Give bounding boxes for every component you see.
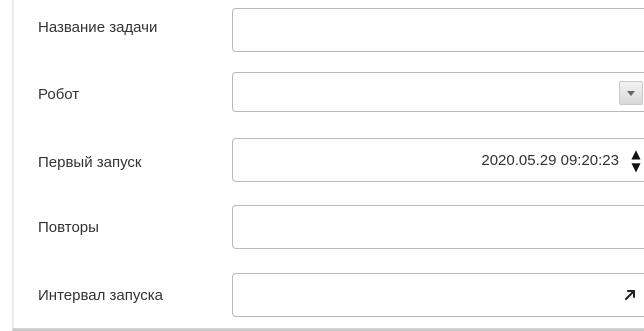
first-run-label: Первый запуск	[38, 154, 142, 171]
robot-select-toggle[interactable]	[619, 81, 643, 105]
arrow-up-right-icon[interactable]	[623, 288, 637, 302]
chevron-down-icon	[627, 91, 635, 96]
robot-select[interactable]	[232, 72, 644, 112]
repeats-input[interactable]	[232, 205, 644, 249]
repeats-label: Повторы	[38, 219, 99, 236]
run-interval-input[interactable]	[232, 273, 644, 317]
task-settings-form: Название задачи Робот Первый запуск 2020…	[0, 0, 644, 331]
up-down-spinner-icon[interactable]: ▲ ▼	[629, 148, 643, 174]
task-name-label: Название задачи	[38, 19, 158, 36]
form-left-edge	[12, 0, 14, 330]
run-interval-label: Интервал запуска	[38, 287, 163, 304]
first-run-value: 2020.05.29 09:20:23	[481, 152, 619, 169]
spinner-down-icon[interactable]: ▼	[629, 161, 643, 174]
task-name-input[interactable]	[232, 8, 644, 52]
robot-label: Робот	[38, 86, 80, 103]
first-run-datetime-input[interactable]: 2020.05.29 09:20:23 ▲ ▼	[232, 138, 644, 182]
